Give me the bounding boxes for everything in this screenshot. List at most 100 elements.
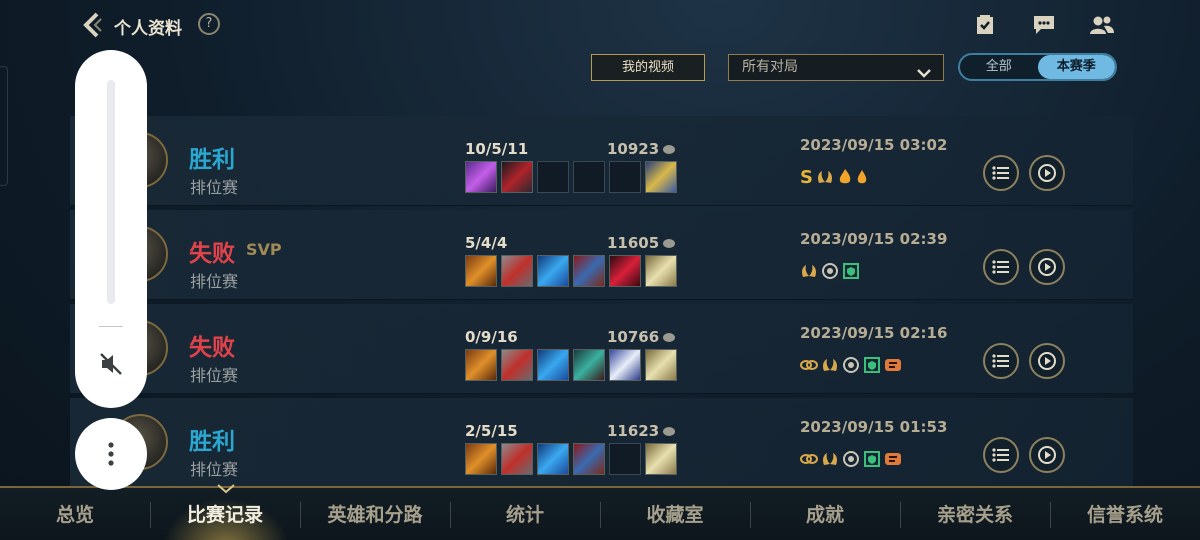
orange-tag-badge-icon bbox=[884, 450, 902, 468]
laurel-badge-icon bbox=[816, 168, 834, 186]
tab-honor-system[interactable]: 信誉系统 bbox=[1050, 488, 1200, 540]
gold-chain-badge-icon bbox=[800, 356, 818, 374]
gold-value: 10766 bbox=[607, 328, 660, 346]
match-gold: 11605 bbox=[607, 234, 676, 252]
match-list[interactable]: 胜利 排位赛 10/5/11 10923 2023/09/15 03:02 S … bbox=[70, 96, 1133, 486]
chevron-down-icon bbox=[917, 62, 931, 87]
item-icon bbox=[465, 255, 497, 287]
item-icon bbox=[609, 255, 641, 287]
tab-overview[interactable]: 总览 bbox=[0, 488, 150, 540]
item-slot-empty bbox=[609, 443, 641, 475]
item-icon bbox=[501, 349, 533, 381]
match-datetime: 2023/09/15 01:53 bbox=[800, 418, 948, 436]
replay-button[interactable] bbox=[1029, 249, 1065, 285]
match-result: 胜利 bbox=[189, 147, 235, 173]
item-icon bbox=[573, 349, 605, 381]
svp-badge: SVP bbox=[246, 240, 282, 259]
match-badges bbox=[800, 262, 860, 280]
match-kda: 0/9/16 bbox=[465, 328, 518, 346]
item-slots bbox=[465, 255, 677, 287]
item-icon bbox=[573, 255, 605, 287]
item-slot-empty bbox=[537, 161, 569, 193]
flame-badge-icon bbox=[837, 168, 853, 186]
item-icon bbox=[465, 161, 497, 193]
match-mode: 排位赛 bbox=[190, 178, 239, 197]
swirl-badge-icon bbox=[821, 262, 839, 280]
season-tab-current[interactable]: 本赛季 bbox=[1037, 55, 1115, 79]
match-badges bbox=[800, 450, 902, 468]
match-result: 失败 bbox=[189, 241, 235, 267]
edge-handle[interactable] bbox=[0, 66, 8, 186]
item-icon bbox=[645, 255, 677, 287]
item-icon bbox=[537, 255, 569, 287]
item-slot-empty bbox=[609, 161, 641, 193]
match-gold: 10923 bbox=[607, 140, 676, 158]
tab-stats[interactable]: 统计 bbox=[450, 488, 600, 540]
item-icon bbox=[537, 349, 569, 381]
match-row[interactable]: 失败 SVP 排位赛 5/4/4 11605 2023/09/15 02:39 bbox=[70, 210, 1133, 300]
my-video-button[interactable]: 我的视频 bbox=[591, 54, 705, 81]
match-detail-button[interactable] bbox=[983, 155, 1019, 191]
item-icon bbox=[645, 161, 677, 193]
laurel-badge-icon bbox=[821, 356, 839, 374]
item-icon bbox=[573, 443, 605, 475]
tab-collection[interactable]: 收藏室 bbox=[600, 488, 750, 540]
match-row[interactable]: 胜利 排位赛 10/5/11 10923 2023/09/15 03:02 S bbox=[70, 116, 1133, 206]
match-kda: 5/4/4 bbox=[465, 234, 508, 252]
match-badges: S bbox=[800, 167, 868, 188]
item-slots bbox=[465, 443, 677, 475]
match-detail-button[interactable] bbox=[983, 249, 1019, 285]
shield-badge-icon bbox=[842, 262, 860, 280]
laurel-badge-icon bbox=[800, 262, 818, 280]
match-gold: 10766 bbox=[607, 328, 676, 346]
replay-button[interactable] bbox=[1029, 343, 1065, 379]
gold-value: 11605 bbox=[607, 234, 660, 252]
volume-slider[interactable] bbox=[107, 80, 115, 304]
friends-icon[interactable] bbox=[1089, 12, 1115, 38]
more-options-button[interactable] bbox=[75, 418, 147, 490]
header-bar: 个人资料 ? bbox=[0, 0, 1200, 50]
tab-champions-lanes[interactable]: 英雄和分路 bbox=[300, 488, 450, 540]
season-tab-all[interactable]: 全部 bbox=[960, 55, 1038, 79]
gold-coin-icon bbox=[663, 145, 676, 154]
item-icon bbox=[609, 349, 641, 381]
shield-badge-icon bbox=[863, 356, 881, 374]
mute-icon[interactable] bbox=[95, 348, 127, 380]
chat-icon[interactable] bbox=[1031, 12, 1057, 38]
task-check-icon[interactable] bbox=[972, 12, 998, 38]
item-icon bbox=[645, 443, 677, 475]
bottom-nav: 总览 比赛记录 英雄和分路 统计 收藏室 成就 亲密关系 信誉系统 bbox=[0, 484, 1200, 540]
replay-button[interactable] bbox=[1029, 437, 1065, 473]
item-icon bbox=[465, 443, 497, 475]
help-icon[interactable]: ? bbox=[198, 13, 220, 35]
match-type-value: 所有对局 bbox=[742, 59, 798, 75]
replay-button[interactable] bbox=[1029, 155, 1065, 191]
match-gold: 11623 bbox=[607, 422, 676, 440]
page-title: 个人资料 bbox=[114, 19, 182, 39]
drop-badge-icon bbox=[856, 168, 868, 186]
match-row[interactable]: 失败 排位赛 0/9/16 10766 2023/09/15 02:16 bbox=[70, 304, 1133, 394]
laurel-badge-icon bbox=[821, 450, 839, 468]
match-detail-button[interactable] bbox=[983, 343, 1019, 379]
match-detail-button[interactable] bbox=[983, 437, 1019, 473]
gold-coin-icon bbox=[663, 333, 676, 342]
match-type-select[interactable]: 所有对局 bbox=[728, 54, 944, 81]
gold-coin-icon bbox=[663, 427, 676, 436]
item-icon bbox=[645, 349, 677, 381]
shield-badge-icon bbox=[863, 450, 881, 468]
swirl-badge-icon bbox=[842, 450, 860, 468]
season-toggle[interactable]: 全部 本赛季 bbox=[958, 53, 1117, 81]
gold-coin-icon bbox=[663, 239, 676, 248]
back-arrow-icon[interactable] bbox=[80, 12, 106, 38]
item-icon bbox=[465, 349, 497, 381]
tab-achievements[interactable]: 成就 bbox=[750, 488, 900, 540]
tab-match-history[interactable]: 比赛记录 bbox=[150, 488, 300, 540]
match-row[interactable]: 胜利 排位赛 2/5/15 11623 2023/09/15 01:53 bbox=[70, 398, 1133, 486]
gold-chain-badge-icon bbox=[800, 450, 818, 468]
match-mode: 排位赛 bbox=[190, 460, 239, 479]
match-datetime: 2023/09/15 03:02 bbox=[800, 136, 948, 154]
item-icon bbox=[501, 161, 533, 193]
match-result: 胜利 bbox=[189, 429, 235, 455]
gold-value: 11623 bbox=[607, 422, 660, 440]
tab-relationships[interactable]: 亲密关系 bbox=[900, 488, 1050, 540]
